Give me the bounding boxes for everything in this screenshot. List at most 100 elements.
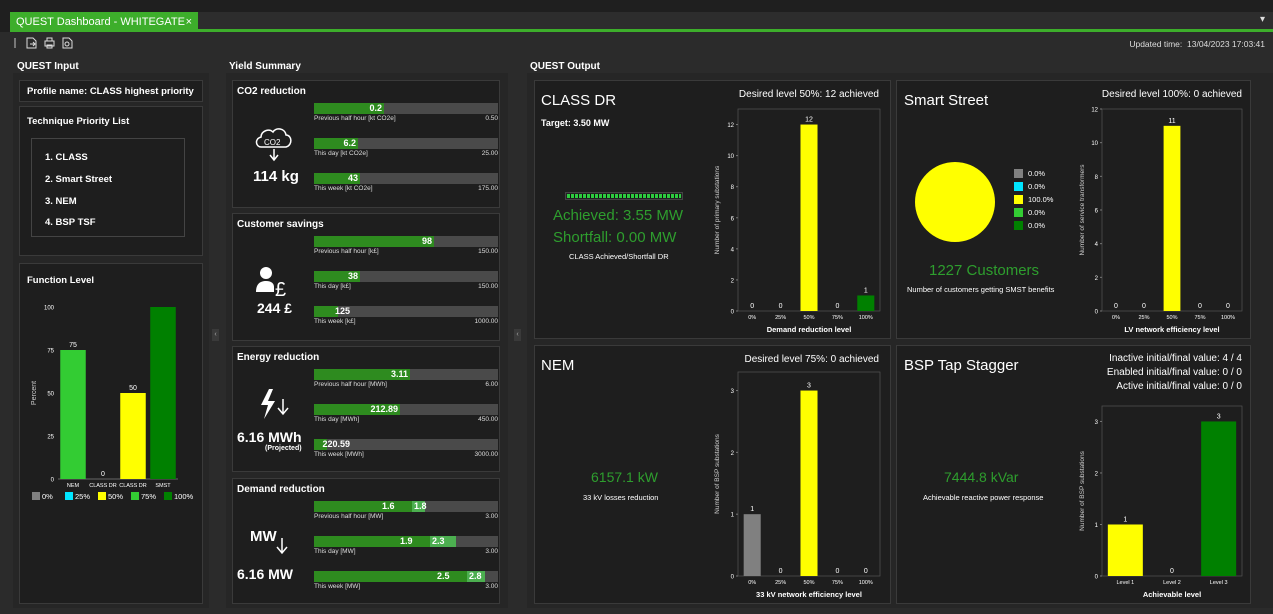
print-icon[interactable] (44, 37, 55, 49)
bar-value-label: 3 (807, 383, 811, 390)
yield-bar: 3.11 (314, 369, 498, 380)
tab-dashboard[interactable]: QUEST Dashboard - WHITEGATE GSP× (10, 12, 198, 48)
class-dr-progress (565, 192, 683, 200)
nem-title: NEM (541, 357, 575, 374)
legend-item: 0.0% (1014, 221, 1045, 232)
legend-item: 25% (65, 492, 90, 501)
y-tick-label: 0 (731, 575, 735, 581)
class-dr-title: CLASS DR (541, 92, 617, 109)
yield-bar-value: 220.59 (322, 439, 350, 449)
legend-swatch (1014, 221, 1023, 230)
legend-swatch (32, 492, 40, 500)
yield-bar-max: 1000.00 (474, 318, 499, 325)
bsp-title: BSP Tap Stagger (904, 357, 1019, 374)
co2-total: 114 kg (253, 168, 299, 185)
technique-item: 3. NEM (45, 196, 77, 207)
bar-value-label: 0 (1142, 303, 1146, 310)
yield-bar-value-projected: 2.8 (469, 571, 482, 581)
mw-arrow-icon (276, 538, 288, 555)
class-dr-caption: CLASS Achieved/Shortfall DR (569, 252, 669, 261)
legend-item: 0.0% (1014, 208, 1045, 219)
profile-name: Profile name: CLASS highest priority (27, 86, 194, 97)
bar-value-label: 0 (750, 303, 754, 310)
technique-panel: Technique Priority List 1. CLASS 2. Smar… (19, 106, 203, 256)
collapse-yield-handle[interactable]: ‹ (514, 329, 521, 341)
class-dr-progress-fill (567, 194, 681, 198)
bar-value-label: 0 (864, 568, 868, 575)
y-tick-label: 10 (727, 154, 734, 160)
bar-value-label: 1 (750, 506, 754, 513)
y-tick-label: 4 (1095, 242, 1099, 248)
legend-label: 75% (141, 492, 157, 501)
bsp-caption: Achievable reactive power response (923, 493, 1044, 502)
profile-panel: Profile name: CLASS highest priority (19, 80, 203, 102)
yield-bar-label: This week [MWh] (314, 451, 364, 458)
yield-bar-value-projected: 1.8 (414, 501, 427, 511)
smart-street-desired: Desired level 100%: 0 achieved (1101, 89, 1242, 100)
x-tick-label: 75% (1194, 315, 1205, 321)
yield-bar-fill (314, 501, 412, 512)
x-tick-label: 50% (803, 580, 814, 586)
smart-street-chart: 0 2 4 6 8 10 12 0 0% 0 25% 11 50% 0 75% 0 100%LV network… (1079, 108, 1243, 334)
legend-label: 50% (108, 492, 124, 501)
x-tick-label: 100% (859, 315, 873, 321)
energy-note: (Projected) (265, 445, 302, 452)
yield-bar-label: This week [k£] (314, 318, 356, 325)
legend-label: 100.0% (1028, 195, 1054, 204)
yield-bar-value: 3.11 (390, 369, 408, 379)
grip-icon (14, 37, 25, 49)
bar-value-label: 0 (835, 568, 839, 575)
y-tick-label: 100 (44, 306, 55, 312)
yield-bar-max: 450.00 (478, 416, 498, 423)
bsp-chart: 0 1 2 3 1 Level 1 0 Level 2 3 Level 3 Achievable l… (1079, 405, 1243, 599)
bar (1163, 125, 1181, 311)
pie-slice-100 (915, 162, 995, 242)
tab-menu-icon[interactable]: ▾ (1260, 14, 1265, 25)
yield-bar: 1.6 1.8 (314, 501, 498, 512)
yield-bar: 6.2 (314, 138, 498, 149)
bsp-line: Inactive initial/final value: 4 / 4 (1109, 353, 1242, 364)
close-icon[interactable]: × (186, 12, 192, 32)
technique-item: 1. CLASS (45, 152, 88, 163)
legend-item: 50% (98, 492, 123, 501)
export-icon[interactable] (26, 37, 37, 49)
bar-value-label: 50 (129, 385, 137, 392)
nem-caption: 33 kV losses reduction (583, 493, 659, 502)
x-tick-label: Level 2 (1163, 580, 1181, 586)
x-tick-label: 25% (1138, 315, 1149, 321)
legend-swatch (164, 492, 172, 500)
print-preview-icon[interactable] (62, 37, 73, 49)
demand-total: 6.16 MW (237, 566, 294, 582)
bsp-line: Active initial/final value: 0 / 0 (1116, 381, 1242, 392)
function-level-panel: Function Level 0 25 50 75 100 Percent 75 NEM 0 CL… (19, 263, 203, 604)
x-tick-label: CLASS DR (119, 483, 147, 489)
yield-bar-value: 38 (347, 271, 358, 281)
svg-text:£: £ (275, 279, 286, 300)
legend-label: 0.0% (1028, 221, 1046, 230)
co2-title: CO2 reduction (237, 86, 306, 97)
y-axis-label: Number of service transformers (1079, 164, 1086, 256)
legend-label: 0.0% (1028, 208, 1046, 217)
technique-list: 1. CLASS 2. Smart Street 3. NEM 4. BSP T… (31, 138, 185, 237)
y-axis-label: Number of primary substations (714, 165, 721, 254)
bar-value-label: 1 (1123, 516, 1127, 523)
y-tick-label: 4 (731, 247, 735, 253)
yield-bar-max: 3000.00 (474, 451, 499, 458)
function-level-chart: 0 25 50 75 100 Percent 75 NEM 0 CLASS DR 50 CLASS D… (31, 306, 178, 489)
bar-value-label: 11 (1168, 118, 1175, 125)
bar-value-label: 3 (1217, 413, 1221, 420)
smart-street-pie-legend: 0.0% 0.0% 100.0% 0.0% 0.0% (1014, 169, 1074, 239)
mw-icon-text: MW (250, 528, 277, 545)
x-tick-label: Level 3 (1210, 580, 1228, 586)
energy-total: 6.16 MWh (237, 429, 302, 445)
y-tick-label: 12 (727, 123, 734, 129)
legend-swatch (131, 492, 139, 500)
updated-label: Updated time: (1129, 39, 1183, 49)
legend-item: 0.0% (1014, 169, 1045, 180)
x-tick-label: 75% (832, 315, 843, 321)
yield-bar: 1.9 2.3 (314, 536, 498, 547)
y-tick-label: 1 (1095, 523, 1099, 529)
bar (800, 390, 818, 576)
collapse-input-handle[interactable]: ‹ (212, 329, 219, 341)
x-axis-label: Achievable level (1143, 590, 1201, 599)
